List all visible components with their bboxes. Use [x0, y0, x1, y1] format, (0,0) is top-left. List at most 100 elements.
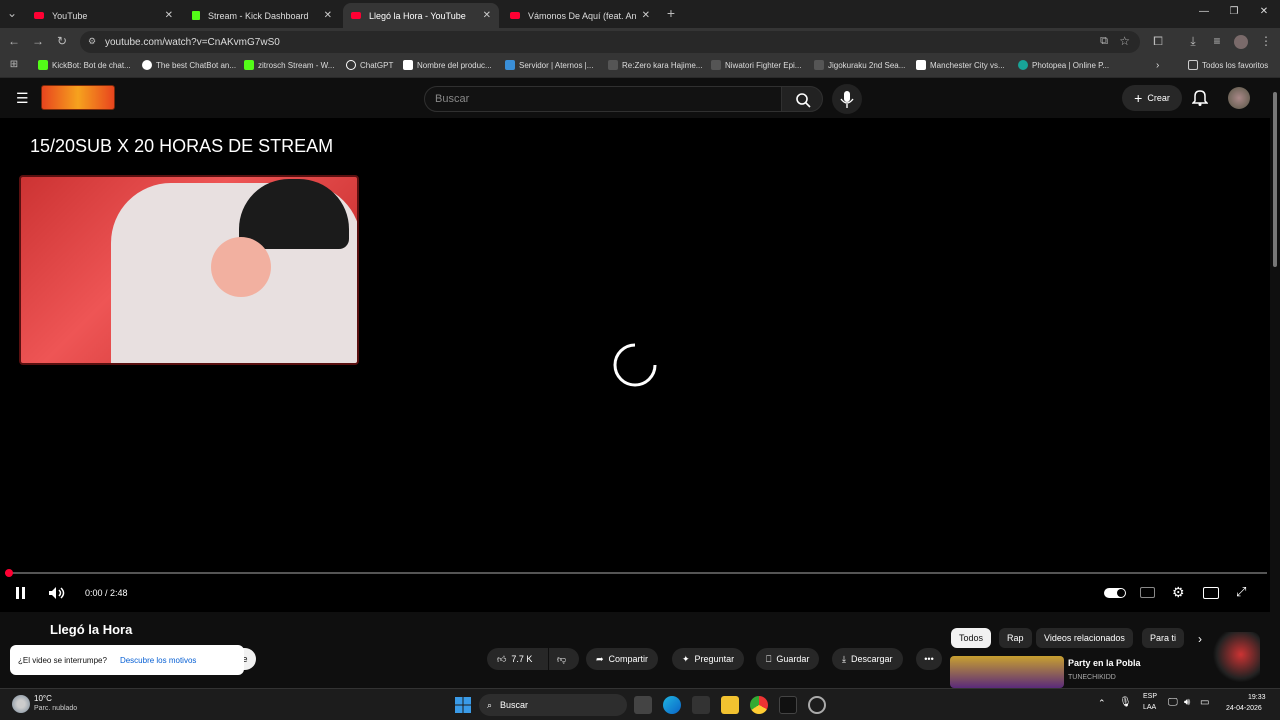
sparkle-icon: ✦: [682, 653, 690, 664]
dislike-button[interactable]: 👎︎: [549, 648, 579, 670]
bookmark-chatgpt[interactable]: ChatGPT: [346, 60, 393, 70]
chip-videos-relacionados[interactable]: Videos relacionados: [1036, 628, 1133, 648]
battery-icon[interactable]: ▭: [1200, 697, 1209, 708]
extensions-icon[interactable]: ⧠: [1150, 34, 1166, 49]
forward-arrow-icon[interactable]: →: [30, 34, 46, 48]
share-button[interactable]: ➦ Compartir: [586, 648, 659, 670]
tray-mic-icon[interactable]: 🎙︎: [1119, 697, 1132, 708]
hamburger-menu-icon[interactable]: ☰: [16, 90, 29, 107]
close-icon[interactable]: ✕: [165, 10, 173, 21]
file-explorer-icon[interactable]: [721, 696, 739, 714]
voice-search-button[interactable]: [832, 84, 862, 114]
bookmark-jigokuraku[interactable]: Jigokuraku 2nd Sea...: [814, 60, 905, 70]
plus-icon: +: [1134, 90, 1143, 106]
scrollbar-thumb[interactable]: [1273, 92, 1277, 267]
browser-nav-bar: ← → ↻ ⚙ youtube.com/watch?v=CnAKvmG7wS0 …: [0, 28, 1280, 56]
recording-app-icon[interactable]: [808, 696, 826, 714]
taskbar-search[interactable]: ⌕ Buscar: [479, 694, 627, 716]
windows-start-icon[interactable]: [454, 696, 472, 714]
bookmark-photopea[interactable]: Photopea | Online P...: [1018, 60, 1109, 70]
clock-date[interactable]: 24-04-2026: [1226, 705, 1262, 712]
minimize-icon[interactable]: —: [1196, 6, 1212, 17]
network-icon[interactable]: 🖵︎: [1168, 697, 1178, 708]
related-title[interactable]: Party en la Pobla: [1068, 658, 1141, 668]
download-icon[interactable]: ⤓: [1185, 34, 1201, 49]
video-player[interactable]: 15/20SUB X 20 HORAS DE STREAM 0:00 / 2:4…: [0, 118, 1270, 612]
address-bar[interactable]: ⚙ youtube.com/watch?v=CnAKvmG7wS0 ⧉ ☆: [80, 31, 1140, 53]
ask-button[interactable]: ✦ Preguntar: [672, 648, 745, 670]
tab-youtube[interactable]: YouTube ✕: [26, 3, 181, 28]
subtitles-icon[interactable]: [1140, 587, 1155, 598]
profile-avatar-icon[interactable]: [1234, 35, 1248, 49]
window-close-icon[interactable]: ✕: [1256, 6, 1272, 17]
pause-button[interactable]: [14, 586, 28, 600]
clock-time[interactable]: 19:33: [1248, 694, 1266, 701]
speaker-icon[interactable]: 🔊︎: [1184, 697, 1190, 708]
progress-scrubber[interactable]: [5, 569, 13, 577]
reading-list-icon[interactable]: ≡: [1209, 34, 1225, 48]
search-button[interactable]: [781, 86, 823, 112]
task-view-icon[interactable]: [634, 696, 652, 714]
reload-icon[interactable]: ↻: [54, 34, 70, 48]
edge-browser-icon[interactable]: [663, 696, 681, 714]
create-button[interactable]: + Crear: [1122, 85, 1182, 111]
language-bottom[interactable]: LAA: [1143, 704, 1156, 711]
restore-icon[interactable]: ❐: [1226, 6, 1242, 17]
bookmark-manchester[interactable]: Manchester City vs...: [916, 60, 1005, 70]
language-top[interactable]: ESP: [1143, 693, 1157, 700]
tab-kick-dashboard[interactable]: Stream - Kick Dashboard ✕: [184, 3, 340, 28]
chips-next-chevron-icon[interactable]: ›: [1198, 632, 1202, 646]
tab-vamonos-de-aqui[interactable]: Vámonos De Aquí (feat. Ander ✕: [502, 3, 658, 28]
more-bookmarks-chevron-icon[interactable]: ›: [1156, 60, 1159, 71]
bookmark-nombre-producto[interactable]: Nombre del produc...: [403, 60, 492, 70]
all-bookmarks-folder[interactable]: Todos los favoritos: [1188, 60, 1268, 70]
bookmark-chatbot[interactable]: The best ChatBot an...: [142, 60, 236, 70]
obs-app-icon[interactable]: [779, 696, 797, 714]
site-info-icon[interactable]: ⚙: [88, 36, 96, 47]
tray-chevron-up-icon[interactable]: ⌃: [1098, 698, 1106, 709]
like-button[interactable]: 👍︎ 7.7 K: [487, 648, 548, 670]
new-tab-plus-icon[interactable]: +: [663, 5, 679, 21]
install-app-icon[interactable]: ⧉: [1100, 35, 1108, 48]
fullscreen-icon[interactable]: ⤢: [1236, 584, 1246, 600]
settings-gear-icon[interactable]: ⚙: [1172, 584, 1185, 601]
chrome-browser-icon[interactable]: [750, 696, 768, 714]
weather-icon[interactable]: [12, 695, 30, 713]
autoplay-toggle[interactable]: [1104, 588, 1126, 598]
bookmark-rezero[interactable]: Re:Zero kara Hajime...: [608, 60, 702, 70]
account-avatar[interactable]: [1228, 87, 1250, 109]
s-icon: [403, 60, 413, 70]
tab-llego-la-hora[interactable]: Llegó la Hora - YouTube ✕: [343, 3, 499, 28]
close-icon[interactable]: ✕: [324, 10, 332, 21]
bookmark-zitrosch[interactable]: zitrosch Stream - W...: [244, 60, 334, 70]
notifications-bell-icon[interactable]: [1192, 88, 1208, 106]
bookmark-label: Photopea | Online P...: [1032, 60, 1110, 70]
related-channel[interactable]: TUNECHIKIDD: [1068, 674, 1116, 681]
more-actions-button[interactable]: •••: [916, 648, 942, 670]
back-arrow-icon[interactable]: ←: [6, 34, 22, 48]
bookmark-star-icon[interactable]: ☆: [1119, 34, 1130, 48]
bookmark-aternos[interactable]: Servidor | Aternos |...: [505, 60, 593, 70]
tab-search-chevron-icon[interactable]: ⌄: [4, 6, 20, 20]
toast-text: ¿El video se interrumpe?: [18, 655, 107, 665]
close-icon[interactable]: ✕: [642, 10, 650, 21]
channel-doodle-logo[interactable]: [41, 85, 115, 110]
save-button[interactable]: ⎕ Guardar: [756, 648, 820, 670]
apps-grid-icon[interactable]: ⊞: [6, 59, 22, 70]
chip-para-ti[interactable]: Para ti: [1142, 628, 1184, 648]
chip-todos[interactable]: Todos: [951, 628, 992, 648]
close-icon[interactable]: ✕: [483, 10, 491, 21]
bookmark-kickbot[interactable]: KickBot: Bot de chat...: [38, 60, 131, 70]
chip-rap[interactable]: Rap: [999, 628, 1032, 648]
download-button[interactable]: ⤓ Descargar: [832, 648, 903, 670]
menu-dots-icon[interactable]: ⋮: [1258, 34, 1274, 48]
media-app-icon[interactable]: [692, 696, 710, 714]
page-scrollbar[interactable]: [1270, 78, 1280, 688]
search-input[interactable]: Buscar: [424, 86, 782, 112]
bookmark-niwatori[interactable]: Niwatori Fighter Epi...: [711, 60, 801, 70]
volume-button[interactable]: [48, 586, 66, 600]
toast-link[interactable]: Descubre los motivos: [120, 656, 196, 665]
miniplayer-icon[interactable]: [1203, 587, 1219, 599]
progress-bar[interactable]: [5, 569, 1267, 577]
related-thumbnail[interactable]: [950, 656, 1064, 688]
